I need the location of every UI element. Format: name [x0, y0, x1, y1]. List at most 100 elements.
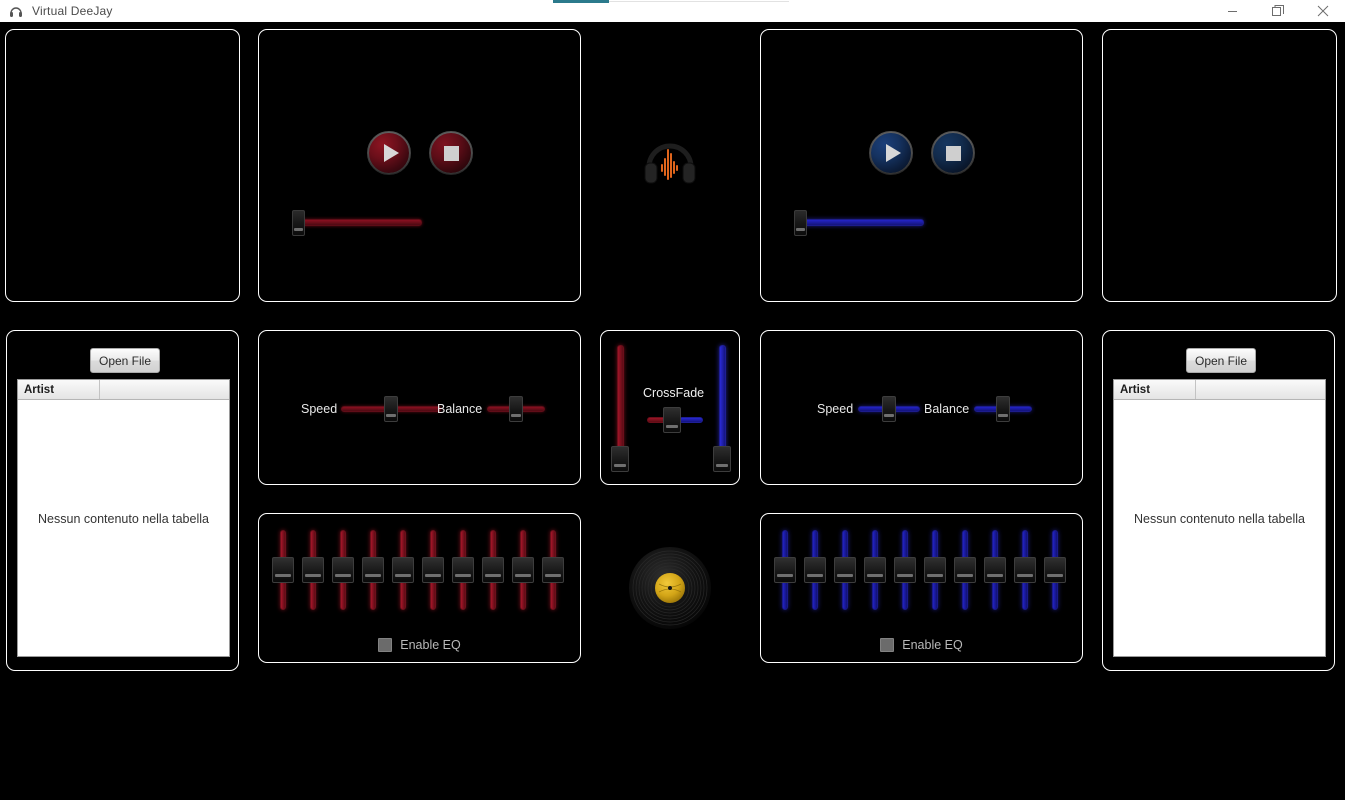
eq-band-knob[interactable] [272, 557, 294, 583]
open-file-button-a[interactable]: Open File [90, 348, 160, 373]
close-icon[interactable] [1300, 0, 1345, 22]
column-header-blank-b[interactable] [1196, 380, 1325, 399]
stop-button-b[interactable] [931, 131, 975, 175]
table-header-b: Artist [1114, 380, 1325, 400]
progress-slider-b-track[interactable] [801, 219, 924, 226]
equalizer-panel-a: Enable EQ [258, 513, 581, 663]
eq-band-3-a[interactable] [332, 530, 354, 610]
eq-band-1-a[interactable] [272, 530, 294, 610]
eq-band-container-a [271, 530, 571, 610]
eq-band-knob[interactable] [804, 557, 826, 583]
eq-band-knob[interactable] [542, 557, 564, 583]
eq-band-knob[interactable] [332, 557, 354, 583]
window-controls [1210, 0, 1345, 22]
eq-band-knob[interactable] [392, 557, 414, 583]
eq-band-5-a[interactable] [392, 530, 414, 610]
eq-band-8-b[interactable] [984, 530, 1006, 610]
crossfade-slider-right-track[interactable] [679, 417, 703, 423]
waveform-display-a[interactable] [5, 29, 240, 302]
eq-band-knob[interactable] [864, 557, 886, 583]
title-bar: Virtual DeeJay [0, 0, 1345, 22]
maximize-restore-icon[interactable] [1255, 0, 1300, 22]
play-button-b-ring [871, 133, 911, 173]
eq-band-7-a[interactable] [452, 530, 474, 610]
balance-slider-a[interactable] [487, 396, 545, 422]
track-table-a[interactable]: Artist Nessun contenuto nella tabella [17, 379, 230, 657]
eq-band-4-a[interactable] [362, 530, 384, 610]
eq-band-knob[interactable] [1014, 557, 1036, 583]
eq-band-9-a[interactable] [512, 530, 534, 610]
eq-band-knob[interactable] [924, 557, 946, 583]
play-button-a-ring [369, 133, 409, 173]
mixer-panel-a: Speed Balance [258, 330, 581, 485]
deck-a-volume-fader-track[interactable] [617, 345, 624, 460]
enable-eq-checkbox-a[interactable] [378, 638, 393, 652]
eq-band-4-b[interactable] [864, 530, 886, 610]
eq-band-3-b[interactable] [834, 530, 856, 610]
eq-band-knob[interactable] [1044, 557, 1066, 583]
eq-band-knob[interactable] [512, 557, 534, 583]
vinyl-record-icon [628, 546, 712, 630]
eq-band-7-b[interactable] [954, 530, 976, 610]
open-file-button-b[interactable]: Open File [1186, 348, 1256, 373]
eq-band-knob[interactable] [422, 557, 444, 583]
column-header-blank-a[interactable] [100, 380, 229, 399]
eq-band-knob[interactable] [452, 557, 474, 583]
eq-band-6-a[interactable] [422, 530, 444, 610]
transport-panel-a [258, 29, 581, 302]
mixer-panel-b: Speed Balance [760, 330, 1083, 485]
table-empty-message-b: Nessun contenuto nella tabella [1134, 512, 1305, 526]
play-button-b[interactable] [869, 131, 913, 175]
eq-band-1-b[interactable] [774, 530, 796, 610]
headphones-waveform-icon [641, 137, 699, 185]
eq-band-knob[interactable] [984, 557, 1006, 583]
eq-band-6-b[interactable] [924, 530, 946, 610]
eq-band-9-b[interactable] [1014, 530, 1036, 610]
enable-eq-label-a: Enable EQ [400, 638, 461, 652]
crossfade-slider-knob[interactable] [663, 407, 681, 433]
eq-band-2-a[interactable] [302, 530, 324, 610]
eq-band-knob[interactable] [894, 557, 916, 583]
eq-band-10-a[interactable] [542, 530, 564, 610]
speed-label-a: Speed [301, 402, 338, 416]
balance-slider-b[interactable] [974, 396, 1032, 422]
eq-band-10-b[interactable] [1044, 530, 1066, 610]
minimize-icon[interactable] [1210, 0, 1255, 22]
deck-b-volume-fader-knob[interactable] [713, 446, 731, 472]
column-header-artist-a[interactable]: Artist [18, 380, 100, 399]
column-header-artist-b[interactable]: Artist [1114, 380, 1196, 399]
progress-slider-a-track[interactable] [299, 219, 422, 226]
enable-eq-row-b[interactable]: Enable EQ [761, 638, 1082, 652]
eq-band-8-a[interactable] [482, 530, 504, 610]
deck-b-volume-fader-track[interactable] [719, 345, 726, 460]
eq-band-knob[interactable] [774, 557, 796, 583]
deck-a-volume-fader-knob[interactable] [611, 446, 629, 472]
waveform-display-b[interactable] [1102, 29, 1337, 302]
progress-slider-b-handle[interactable] [794, 210, 807, 236]
stop-button-a[interactable] [429, 131, 473, 175]
speed-slider-a-knob[interactable] [384, 396, 398, 422]
eq-band-knob[interactable] [834, 557, 856, 583]
speed-slider-b[interactable] [858, 396, 920, 422]
balance-label-a: Balance [437, 402, 483, 416]
eq-band-knob[interactable] [482, 557, 504, 583]
app-headphones-icon [8, 3, 24, 19]
balance-slider-b-knob[interactable] [996, 396, 1010, 422]
speed-slider-a[interactable] [341, 396, 441, 422]
play-button-a[interactable] [367, 131, 411, 175]
equalizer-panel-b: Enable EQ [760, 513, 1083, 663]
enable-eq-label-b: Enable EQ [902, 638, 963, 652]
track-table-b[interactable]: Artist Nessun contenuto nella tabella [1113, 379, 1326, 657]
eq-band-knob[interactable] [302, 557, 324, 583]
enable-eq-checkbox-b[interactable] [880, 638, 895, 652]
balance-slider-a-knob[interactable] [509, 396, 523, 422]
progress-slider-a-handle[interactable] [292, 210, 305, 236]
speed-slider-b-knob[interactable] [882, 396, 896, 422]
eq-band-5-b[interactable] [894, 530, 916, 610]
eq-band-2-b[interactable] [804, 530, 826, 610]
eq-band-knob[interactable] [954, 557, 976, 583]
eq-band-knob[interactable] [362, 557, 384, 583]
enable-eq-row-a[interactable]: Enable EQ [259, 638, 580, 652]
tab-strip-divider [609, 1, 789, 2]
table-empty-message-a: Nessun contenuto nella tabella [38, 512, 209, 526]
